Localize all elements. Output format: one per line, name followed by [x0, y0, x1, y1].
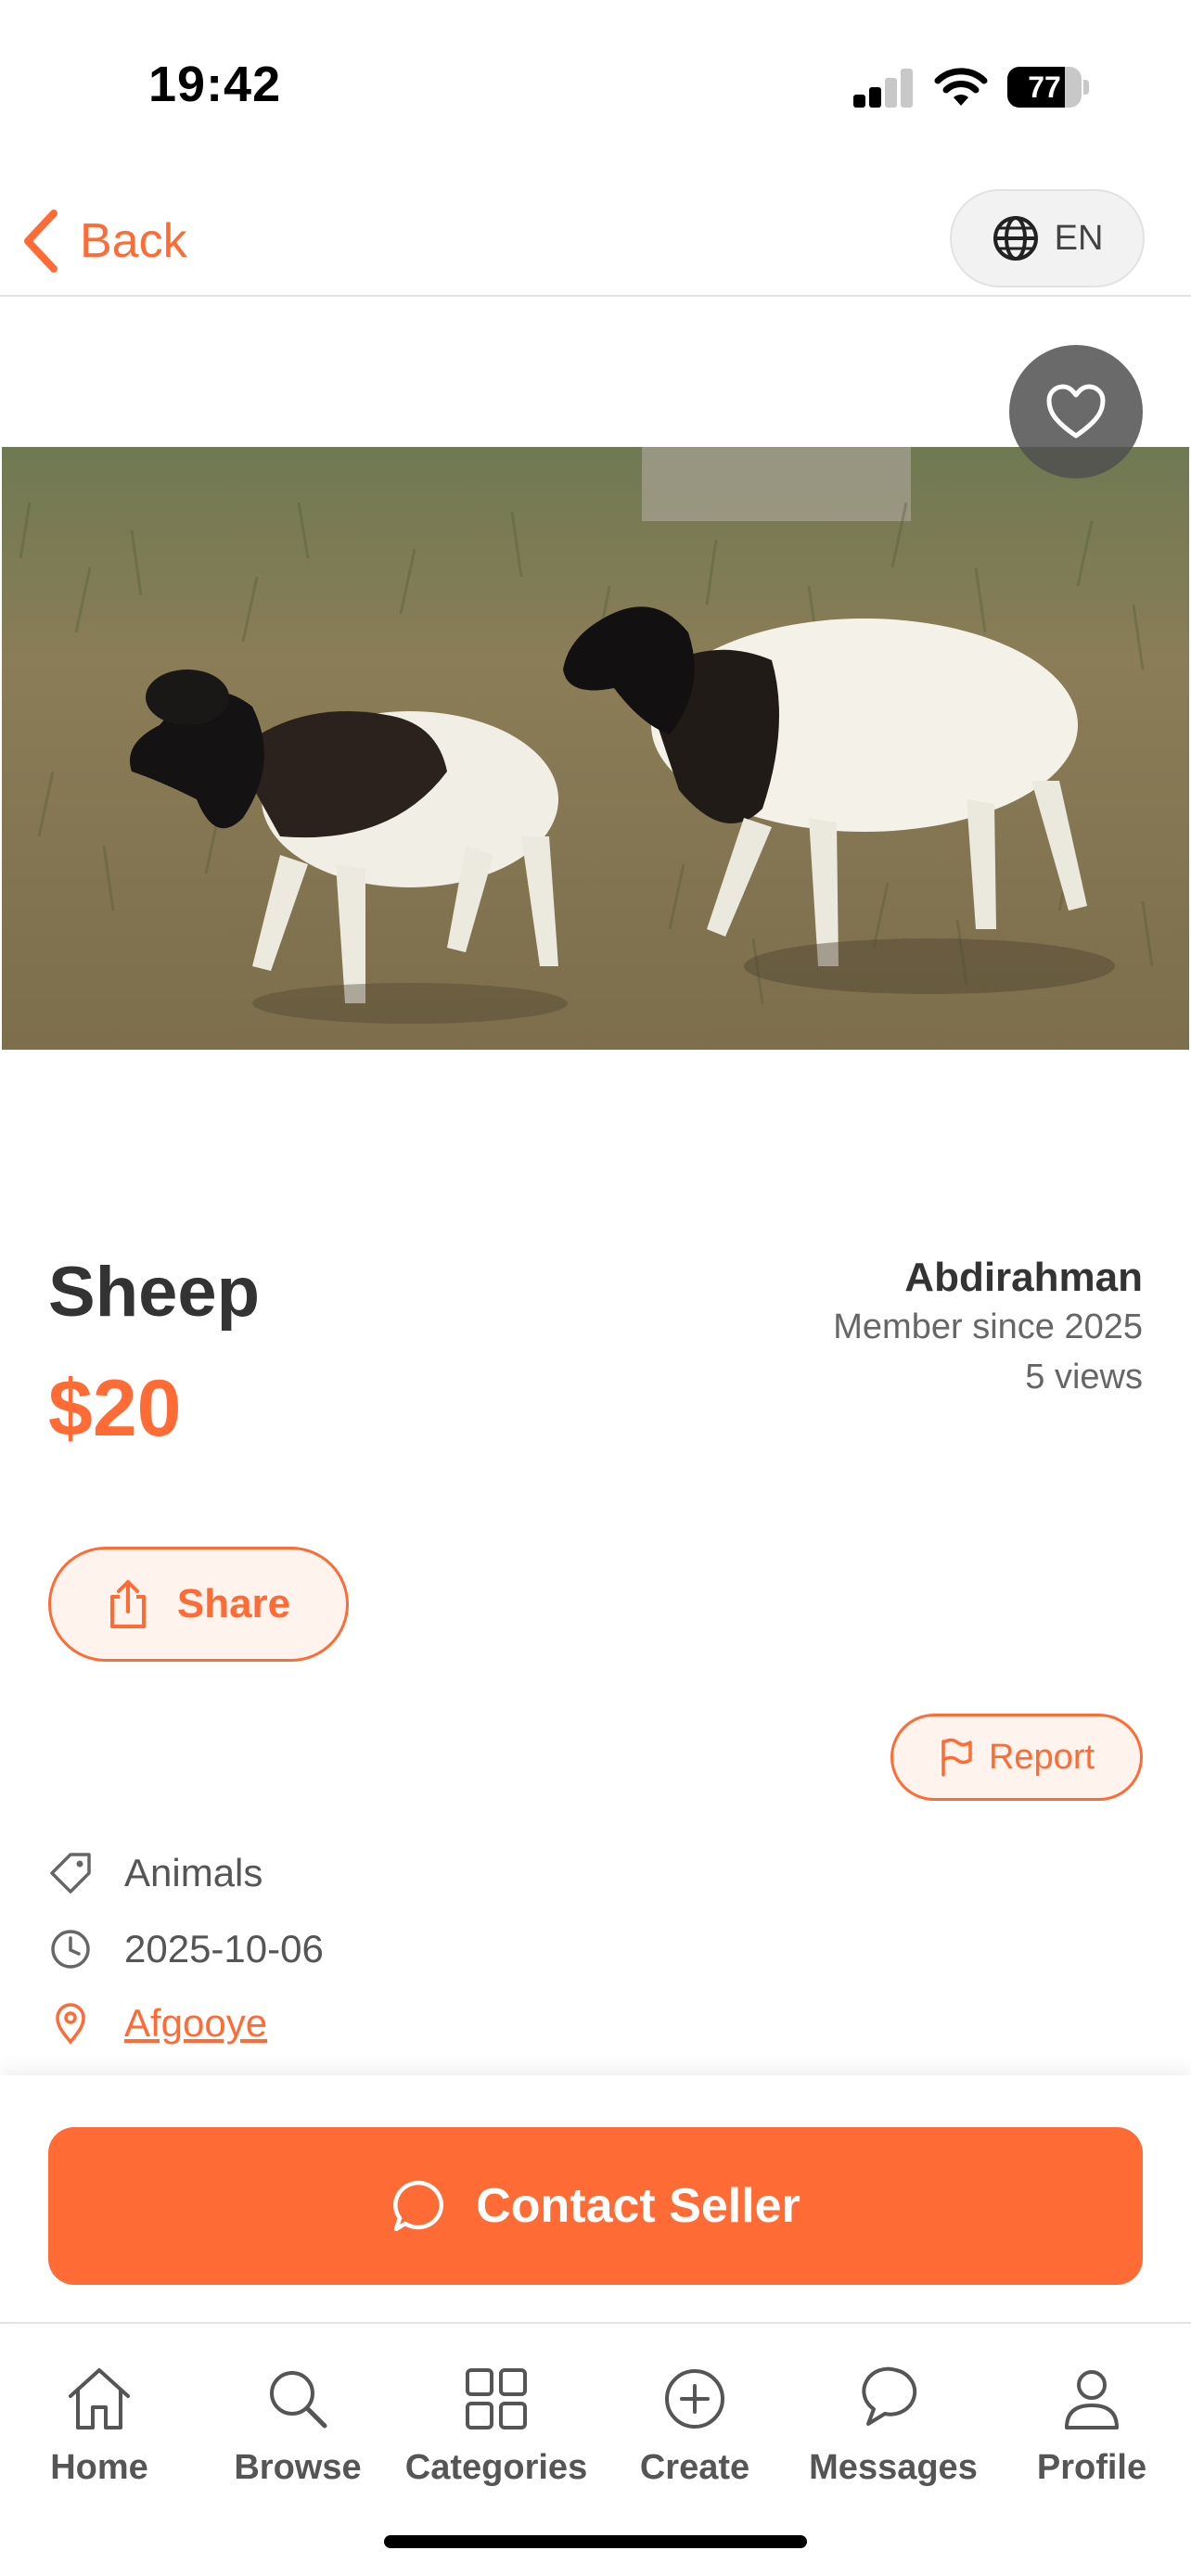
tab-browse-label: Browse	[234, 2448, 362, 2487]
favorite-button[interactable]	[1009, 345, 1143, 478]
listing-title: Sheep	[48, 1253, 261, 1332]
date-label: 2025-10-06	[124, 1927, 324, 1970]
tab-messages[interactable]: Messages	[794, 2363, 992, 2488]
status-time: 19:42	[148, 57, 282, 112]
chat-bubble-icon	[393, 2180, 444, 2232]
listing-photo[interactable]	[2, 447, 1189, 1050]
report-button[interactable]: Report	[890, 1714, 1143, 1801]
category-label: Animals	[124, 1851, 263, 1894]
tag-icon	[50, 1853, 91, 1894]
tab-home-label: Home	[50, 2448, 148, 2487]
seller-name[interactable]: Abdirahman	[833, 1254, 1143, 1302]
header: Back EN	[0, 167, 1191, 297]
seller-info[interactable]: Abdirahman Member since 2025 5 views	[833, 1254, 1143, 1402]
tab-home[interactable]: Home	[0, 2363, 198, 2488]
sheep-photo-image	[2, 447, 1189, 1050]
share-icon	[109, 1580, 146, 1628]
plus-circle-icon	[665, 2369, 724, 2429]
chat-icon	[862, 2366, 917, 2426]
status-bar: 19:42 77	[0, 0, 1191, 167]
contact-seller-button[interactable]: Contact Seller	[48, 2127, 1143, 2285]
tab-categories-label: Categories	[404, 2448, 588, 2487]
report-label: Report	[988, 1737, 1095, 1777]
tab-profile[interactable]: Profile	[992, 2363, 1191, 2488]
contact-bar: Contact Seller	[0, 2075, 1191, 2324]
listing-views: 5 views	[1025, 1358, 1143, 1396]
listing-image-gallery[interactable]	[0, 299, 1191, 1189]
location-row[interactable]: Afgooye	[48, 1994, 267, 2053]
language-selector[interactable]: EN	[950, 189, 1145, 287]
heart-icon	[1046, 384, 1106, 439]
tab-create-label: Create	[639, 2448, 750, 2487]
search-icon	[270, 2371, 327, 2429]
home-icon	[69, 2368, 130, 2429]
share-label: Share	[176, 1581, 291, 1626]
chevron-left-icon	[24, 210, 58, 273]
tab-browse[interactable]: Browse	[198, 2363, 397, 2488]
map-pin-icon	[56, 2003, 85, 2045]
seller-member-since: Member since 2025	[833, 1307, 1143, 1346]
tab-categories[interactable]: Categories	[397, 2363, 596, 2488]
tab-profile-label: Profile	[1036, 2448, 1147, 2487]
listing-price: $20	[48, 1364, 182, 1453]
tab-create[interactable]: Create	[596, 2363, 794, 2488]
home-indicator	[384, 2535, 807, 2548]
flag-icon	[941, 1738, 972, 1777]
tab-messages-label: Messages	[809, 2448, 978, 2487]
grid-icon	[466, 2368, 527, 2429]
battery-percentage: 77	[1028, 70, 1061, 104]
share-button[interactable]: Share	[48, 1547, 349, 1662]
contact-seller-label: Contact Seller	[476, 2179, 800, 2233]
language-label: EN	[1054, 218, 1104, 258]
clock-icon	[51, 1930, 90, 1969]
back-button[interactable]: Back	[22, 204, 187, 278]
location-link[interactable]: Afgooye	[124, 2001, 267, 2046]
globe-icon	[992, 216, 1038, 261]
back-label: Back	[80, 214, 187, 268]
wifi-icon	[934, 68, 988, 106]
date-row: 2025-10-06	[48, 1919, 324, 1979]
category-row: Animals	[48, 1843, 263, 1903]
battery-icon: 77	[1007, 67, 1089, 108]
cellular-signal-icon	[853, 69, 915, 108]
person-icon	[1065, 2370, 1119, 2429]
